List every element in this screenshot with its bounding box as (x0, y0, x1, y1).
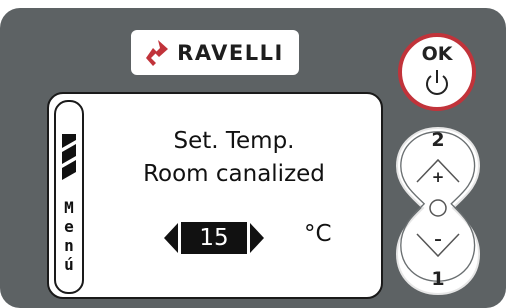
menu-letter: n (64, 236, 74, 255)
temperature-setter: 15 (164, 222, 264, 254)
display-subtitle: Room canalized (143, 161, 325, 187)
control-panel: RAVELLI M e n ú Set. Temp. Room canalize… (0, 8, 506, 308)
menu-letter: ú (64, 255, 74, 274)
temperature-unit: °C (304, 221, 332, 247)
menu-letter: e (64, 217, 74, 236)
temperature-value: 15 (181, 222, 247, 254)
plus-label: + (431, 168, 445, 186)
menu-stripes-icon (62, 134, 76, 180)
arrow-left-icon[interactable] (164, 223, 178, 253)
lcd-display: M e n ú Set. Temp. Room canalized 15 °C (47, 92, 383, 299)
ok-label: OK (421, 43, 453, 65)
menu-letter: M (64, 198, 74, 217)
minus-label: – (434, 230, 442, 248)
menu-label: M e n ú (56, 198, 82, 274)
display-title: Set. Temp. (173, 128, 295, 154)
arrow-right-icon[interactable] (250, 223, 264, 253)
ok-power-button[interactable]: OK (398, 33, 476, 111)
menu-button[interactable]: M e n ú (54, 100, 84, 294)
down-button-number: 1 (431, 268, 445, 290)
brand-name: RAVELLI (177, 40, 284, 65)
ravelli-flame-icon (146, 39, 169, 66)
power-icon (426, 70, 448, 95)
up-down-buttons: 2 + – 1 (395, 126, 481, 296)
up-button-number: 2 (431, 129, 445, 151)
brand-logo: RAVELLI (131, 30, 299, 75)
